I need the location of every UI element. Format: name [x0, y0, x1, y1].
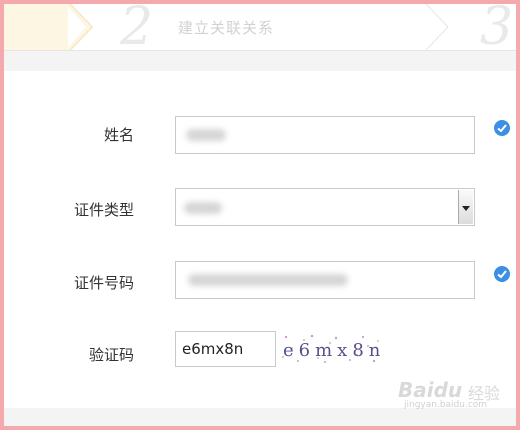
name-verified-check-icon — [494, 120, 510, 136]
blurred-name-value — [186, 129, 226, 141]
header-divider — [4, 51, 516, 71]
chevron-down-icon[interactable] — [458, 190, 473, 224]
step-3-number: 3 — [480, 4, 514, 57]
step-progress-bar: 2 建立关联关系 3 — [4, 4, 516, 56]
id-number-verified-check-icon — [494, 266, 510, 282]
name-input[interactable] — [175, 116, 475, 154]
watermark-logo: Baidu — [398, 378, 463, 402]
blurred-id-number-value — [188, 274, 348, 286]
captcha-input[interactable] — [175, 331, 276, 367]
id-number-label: 证件号码 — [73, 274, 134, 292]
id-type-select[interactable] — [175, 188, 475, 226]
registration-form-frame: 2 建立关联关系 3 姓名 证件类型 证件号码 验证码 e6mx8n e6mx8… — [4, 4, 516, 426]
watermark-url: jingyan.baidu.com — [404, 400, 488, 410]
step-2-number: 2 — [120, 4, 154, 57]
captcha-text: e6mx8n — [283, 340, 382, 361]
step-chevron-2 — [425, 4, 449, 50]
id-type-label: 证件类型 — [73, 201, 134, 219]
footer-band — [4, 408, 516, 426]
captcha-image[interactable]: e6mx8n — [278, 331, 382, 367]
baidu-watermark: Baidu 经验 jingyan.baidu.com — [398, 376, 514, 410]
step-2-label: 建立关联关系 — [178, 19, 275, 37]
id-number-input[interactable] — [175, 261, 475, 299]
captcha-label: 验证码 — [88, 346, 134, 364]
step-1-current — [4, 4, 68, 50]
step-chevron-1 — [66, 4, 94, 50]
blurred-id-type-value — [184, 202, 222, 214]
name-label: 姓名 — [103, 126, 134, 144]
